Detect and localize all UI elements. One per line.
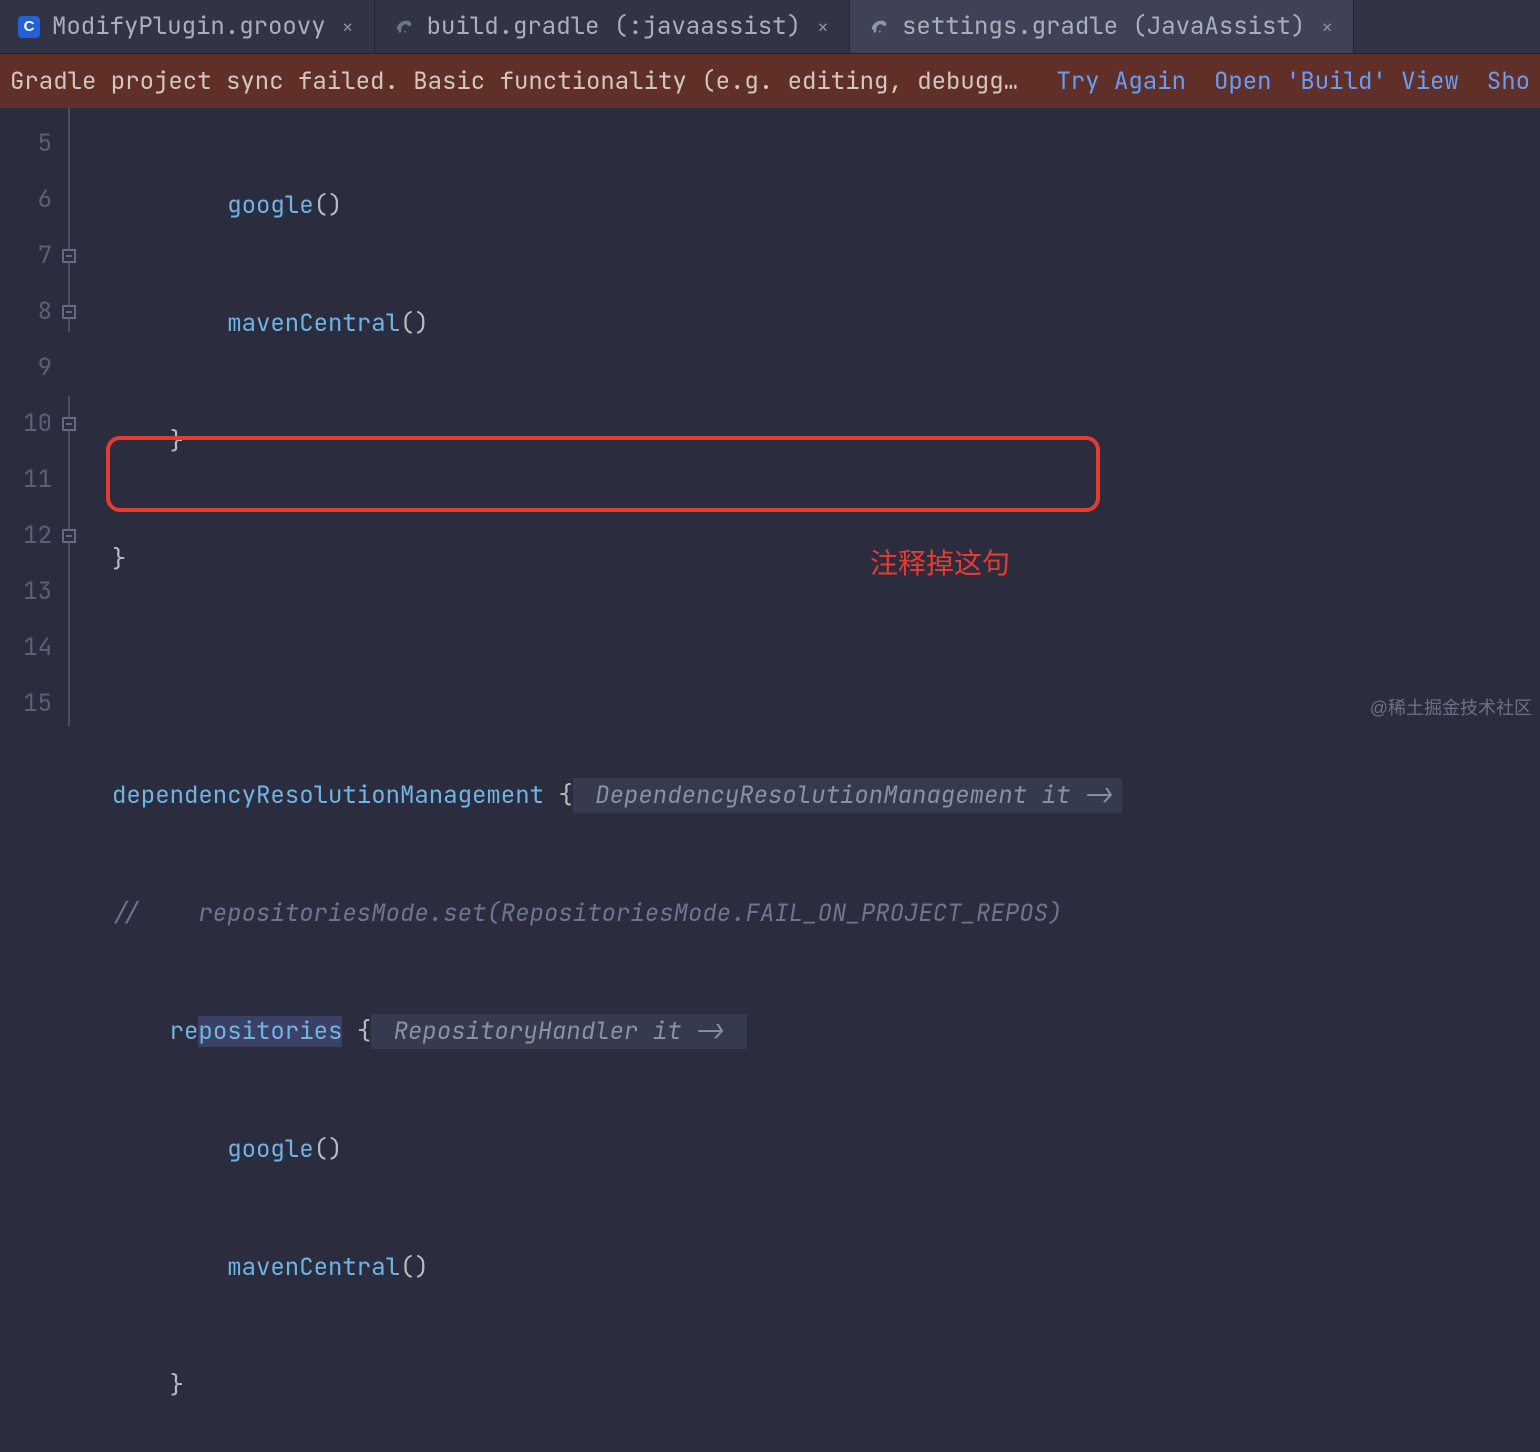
line-number: 13 (0, 564, 96, 620)
banner-message: Gradle project sync failed. Basic functi… (10, 66, 1028, 97)
code-line: mavenCentral() (96, 1240, 1540, 1296)
editor-tabs: C ModifyPlugin.groovy × build.gradle (:j… (0, 0, 1540, 54)
watermark: @稀土掘金技术社区 (1370, 694, 1532, 720)
code-line: google() (96, 178, 1540, 234)
show-log-link[interactable]: Sho (1487, 66, 1530, 97)
line-number: 5 (0, 116, 96, 172)
line-number: 10 (0, 396, 96, 452)
open-build-view-link[interactable]: Open 'Build' View (1214, 66, 1459, 97)
code-line: google() (96, 1122, 1540, 1178)
tab-label: settings.gradle (JavaAssist) (902, 11, 1305, 42)
tab-modifyplugin[interactable]: C ModifyPlugin.groovy × (0, 0, 375, 53)
code-line: // repositoriesMode.set(RepositoriesMode… (96, 886, 1540, 942)
sync-failed-banner: Gradle project sync failed. Basic functi… (0, 54, 1540, 108)
tab-settings-gradle[interactable]: settings.gradle (JavaAssist) × (850, 0, 1354, 53)
code-line: } (96, 532, 1540, 588)
code-line: } (96, 414, 1540, 470)
line-number: 9 (0, 340, 96, 396)
tab-label: build.gradle (:javaassist) (427, 11, 801, 42)
code-editor[interactable]: 5 6 7 8 9 10 11 12 13 14 15 google() mav… (0, 108, 1540, 726)
try-again-link[interactable]: Try Again (1056, 66, 1186, 97)
code-line: mavenCentral() (96, 296, 1540, 352)
line-number: 7 (0, 228, 96, 284)
groovy-class-icon: C (18, 16, 40, 38)
gradle-icon (868, 16, 890, 38)
line-number: 15 (0, 676, 96, 732)
code-line (96, 650, 1540, 706)
code-line: repositories { RepositoryHandler it -> (96, 1004, 1540, 1060)
line-number: 8 (0, 284, 96, 340)
tab-label: ModifyPlugin.groovy (52, 11, 326, 42)
fold-end-icon[interactable] (62, 249, 76, 263)
line-number: 11 (0, 452, 96, 508)
close-icon[interactable]: × (1317, 14, 1337, 40)
fold-start-icon[interactable] (62, 529, 76, 543)
code-line: } (96, 1358, 1540, 1414)
fold-end-icon[interactable] (62, 305, 76, 319)
fold-start-icon[interactable] (62, 417, 76, 431)
code-area[interactable]: google() mavenCentral() } } dependencyRe… (96, 108, 1540, 726)
line-number: 12 (0, 508, 96, 564)
gradle-icon (393, 16, 415, 38)
tab-build-gradle[interactable]: build.gradle (:javaassist) × (375, 0, 850, 53)
close-icon[interactable]: × (813, 14, 833, 40)
line-number: 6 (0, 172, 96, 228)
close-icon[interactable]: × (338, 14, 358, 40)
gutter: 5 6 7 8 9 10 11 12 13 14 15 (0, 108, 96, 726)
code-line: dependencyResolutionManagement { Depende… (96, 768, 1540, 824)
line-number: 14 (0, 620, 96, 676)
